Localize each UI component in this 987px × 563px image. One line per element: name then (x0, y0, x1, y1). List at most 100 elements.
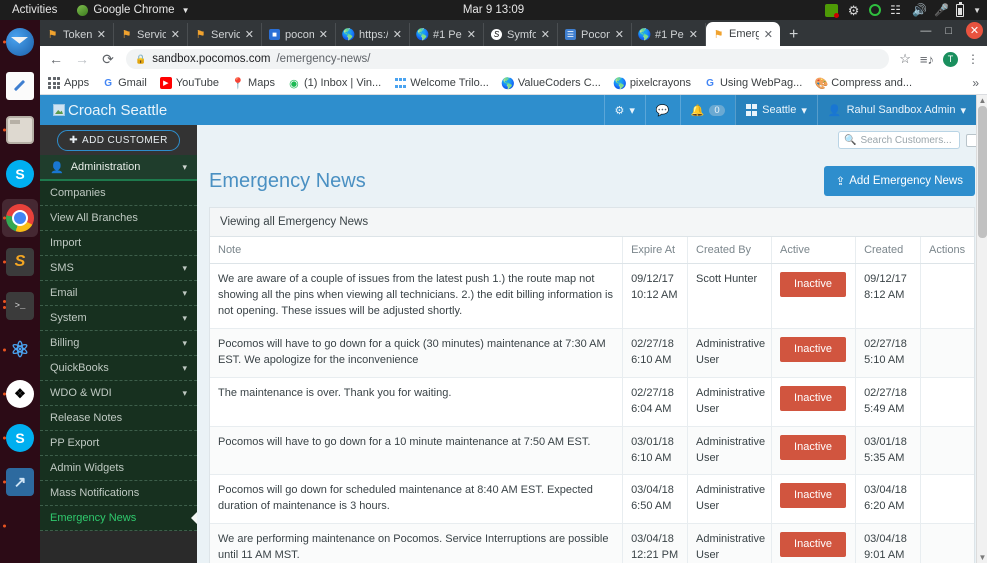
bookmark-inbox[interactable]: ◉ (1) Inbox | Vin... (288, 77, 381, 90)
settings-indicator-icon[interactable]: ⚙ (847, 4, 860, 17)
column-note[interactable]: Note (210, 237, 623, 264)
bookmark-valuecoders[interactable]: 🌎 ValueCoders C... (501, 77, 601, 90)
sidebar-item-admin-widgets[interactable]: Admin Widgets (40, 456, 197, 481)
address-bar[interactable]: 🔒 sandbox.pocomos.com /emergency-news/ (126, 49, 890, 69)
bookmark-gmail[interactable]: G Gmail (102, 77, 147, 89)
sidebar-item-wdo-wdi[interactable]: WDO & WDI ▾ (40, 381, 197, 406)
sidebar-item-companies[interactable]: Companies (40, 181, 197, 206)
bookmark-using-webpage[interactable]: G Using WebPag... (704, 77, 802, 89)
browser-tab[interactable]: 🌎 #1 Pes ✕ (410, 23, 484, 46)
dock-item-google-chrome[interactable] (0, 196, 40, 240)
cell-actions[interactable] (920, 377, 974, 427)
page-scrollbar[interactable]: ▲ ▼ (976, 95, 987, 563)
branch-selector[interactable]: Seattle ▾ (734, 95, 817, 125)
table-row[interactable]: Pocomos will have to go down for a quick… (210, 328, 974, 378)
close-icon[interactable]: ✕ (97, 28, 106, 41)
status-badge[interactable]: Inactive (780, 434, 846, 460)
bookmark-compress[interactable]: 🎨 Compress and... (814, 77, 912, 90)
bookmark-youtube[interactable]: ▶ YouTube (159, 77, 219, 89)
cell-actions[interactable] (920, 523, 974, 563)
os-clock[interactable]: Mar 9 13:09 (463, 4, 524, 16)
new-tab-button[interactable]: + (780, 26, 807, 46)
scroll-down-icon[interactable]: ▼ (977, 552, 987, 563)
add-customer-button[interactable]: ✚ ADD CUSTOMER (57, 129, 180, 151)
user-menu[interactable]: 👤 Rahul Sandbox Admin ▾ (816, 95, 976, 125)
sidebar-item-mass-notifications[interactable]: Mass Notifications (40, 481, 197, 506)
settings-menu[interactable]: ⚙ ▾ (603, 95, 645, 125)
table-row[interactable]: We are performing maintenance on Pocomos… (210, 523, 974, 563)
sidebar-item-import[interactable]: Import (40, 231, 197, 256)
close-icon[interactable]: ✕ (171, 28, 180, 41)
column-active[interactable]: Active (771, 237, 856, 264)
network-icon[interactable]: ☷ (890, 3, 903, 17)
status-badge[interactable]: Inactive (780, 272, 846, 297)
status-badge[interactable]: Inactive (780, 532, 846, 558)
bookmarks-overflow-button[interactable]: » (972, 76, 979, 90)
close-icon[interactable]: ✕ (541, 28, 550, 41)
browser-tab-active[interactable]: ⚑ Emerg ✕ (706, 22, 780, 46)
browser-tab[interactable]: ■ pocom ✕ (262, 23, 336, 46)
activities-button[interactable]: Activities (0, 4, 67, 16)
close-icon[interactable]: ✕ (319, 28, 328, 41)
notifications-button[interactable]: 🔔 0 (679, 95, 735, 125)
browser-tab[interactable]: ⚑ Servic ✕ (114, 23, 188, 46)
bookmark-maps[interactable]: 📍 Maps (231, 77, 275, 90)
system-menu-chevron-icon[interactable]: ▼ (973, 6, 981, 15)
app-brand[interactable]: Croach Seattle (40, 102, 167, 119)
browser-tab[interactable]: ☰ Pocom ✕ (558, 23, 632, 46)
close-icon[interactable]: ✕ (615, 28, 624, 41)
close-icon[interactable]: ✕ (393, 28, 402, 41)
reload-icon[interactable]: ⟳ (100, 51, 116, 68)
forward-icon[interactable]: → (74, 51, 90, 67)
maximize-button[interactable]: □ (945, 25, 952, 37)
app-menu[interactable]: Google Chrome ▼ (77, 4, 189, 16)
close-icon[interactable]: ✕ (764, 28, 773, 41)
table-row[interactable]: Pocomos will have to go down for a 10 mi… (210, 426, 974, 476)
sidebar-item-release-notes[interactable]: Release Notes (40, 406, 197, 431)
close-icon[interactable]: ✕ (467, 28, 476, 41)
minimize-button[interactable]: — (920, 25, 931, 37)
add-emergency-news-button[interactable]: ⇪ Add Emergency News (823, 166, 975, 196)
table-row[interactable]: The maintenance is over. Thank you for w… (210, 377, 974, 427)
scrollbar-thumb[interactable] (978, 106, 987, 238)
microphone-icon[interactable]: 🎤 (934, 3, 949, 17)
scroll-up-icon[interactable]: ▲ (977, 95, 987, 106)
sidebar-item-sms[interactable]: SMS ▾ (40, 256, 197, 281)
bookmark-pixelcrayons[interactable]: 🌎 pixelcrayons (613, 77, 691, 90)
back-icon[interactable]: ← (48, 51, 64, 67)
cell-actions[interactable] (920, 426, 974, 476)
sync-indicator-icon[interactable] (869, 4, 882, 16)
dock-item-terminal[interactable]: >_ (0, 284, 40, 328)
sidebar-item-view-all-branches[interactable]: View All Branches (40, 206, 197, 231)
bookmark-star-icon[interactable]: ☆ (899, 51, 911, 67)
messages-button[interactable]: 💬 (644, 95, 680, 125)
browser-tab[interactable]: S Symfo ✕ (484, 23, 558, 46)
dock-item-skype[interactable]: S (0, 416, 40, 460)
status-badge[interactable]: Inactive (780, 385, 846, 411)
dock-item-sublime-text[interactable]: S (0, 240, 40, 284)
sidebar-item-email[interactable]: Email ▾ (40, 281, 197, 306)
dock-item-text-editor[interactable] (0, 64, 40, 108)
dock-item-atom[interactable]: ⚛ (0, 328, 40, 372)
reading-list-icon[interactable]: ≡♪ (920, 52, 934, 67)
search-customers-box[interactable]: 🔍 Search Customers... (838, 131, 960, 149)
column-expire-at[interactable]: Expire At (622, 237, 688, 264)
battery-icon[interactable] (956, 1, 965, 17)
status-badge[interactable]: Inactive (780, 336, 846, 362)
close-icon[interactable]: ✕ (245, 28, 254, 41)
cell-actions[interactable] (920, 474, 974, 525)
dock-item-slack[interactable]: ❖ (0, 372, 40, 416)
sidebar-item-system[interactable]: System ▾ (40, 306, 197, 331)
dock-item-files[interactable] (0, 108, 40, 152)
table-row[interactable]: We are aware of a couple of issues from … (210, 263, 974, 329)
volume-icon[interactable]: 🔊 (912, 3, 927, 17)
sidebar-item-quickbooks[interactable]: QuickBooks ▾ (40, 356, 197, 381)
dock-item-graph-app[interactable]: ↗ (0, 460, 40, 504)
cell-actions[interactable] (920, 263, 974, 329)
chrome-menu-icon[interactable]: ⋮ (967, 52, 979, 66)
browser-tab[interactable]: 🌎 #1 Pes ✕ (632, 23, 706, 46)
dock-item-thunderbird[interactable] (0, 20, 40, 64)
sidebar-item-emergency-news[interactable]: Emergency News (40, 506, 197, 531)
table-row[interactable]: Pocomos will go down for scheduled maint… (210, 474, 974, 525)
browser-tab[interactable]: ⚑ Token ✕ (40, 23, 114, 46)
